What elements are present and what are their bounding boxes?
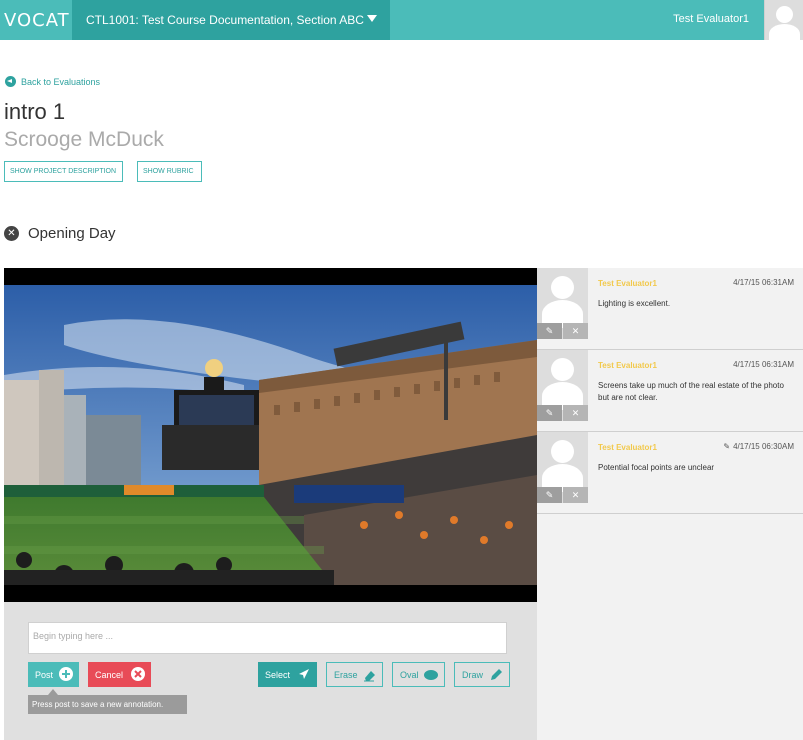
delete-icon[interactable]: ✕ (563, 323, 588, 339)
oval-tool-button[interactable]: Oval (392, 662, 445, 687)
back-to-evaluations-link[interactable]: Back to Evaluations (5, 76, 100, 87)
oval-label: Oval (400, 669, 419, 680)
back-label: Back to Evaluations (21, 76, 101, 87)
annotation-text: Potential focal points are unclear (598, 463, 715, 472)
annotation-item[interactable]: ✎ ✕ Test Evaluator1 4/17/15 06:31AM Scre… (537, 350, 803, 432)
annotation-item[interactable]: ✎ ✕ Test Evaluator1 ✎ 4/17/15 06:30AM Pot… (537, 432, 803, 514)
course-selector[interactable]: CTL1001: Test Course Documentation, Sect… (72, 0, 390, 40)
media-header: ✕ Opening Day (4, 225, 116, 242)
edit-icon[interactable]: ✎ (537, 405, 562, 421)
media-image (4, 285, 537, 585)
annotation-input[interactable]: Begin typing here ... (28, 622, 507, 654)
draw-tool-button[interactable]: Draw (454, 662, 510, 687)
show-rubric-button[interactable]: SHOW RUBRIC (137, 161, 202, 182)
annotation-time: 4/17/15 06:30AM (733, 442, 794, 451)
annotations-list: ✎ ✕ Test Evaluator1 4/17/15 06:31AM Ligh… (537, 268, 803, 740)
annotation-tools: ✎ ✕ (537, 487, 588, 503)
edit-icon[interactable]: ✎ (537, 323, 562, 339)
media-title: Opening Day (28, 225, 116, 242)
annotation-author: Test Evaluator1 (598, 361, 657, 370)
show-project-description-button[interactable]: SHOW PROJECT DESCRIPTION (4, 161, 123, 182)
cancel-x-icon (131, 667, 145, 681)
annotation-time: 4/17/15 06:31AM (733, 360, 794, 369)
pencil-icon (491, 669, 502, 680)
delete-icon[interactable]: ✕ (563, 405, 588, 421)
media-viewer[interactable] (4, 268, 537, 602)
erase-label: Erase (334, 669, 358, 680)
oval-icon (424, 670, 438, 680)
course-name: CTL1001: Test Course Documentation, Sect… (86, 13, 364, 27)
edit-icon[interactable]: ✎ (537, 487, 562, 503)
select-label: Select (265, 669, 291, 680)
caret-down-icon (367, 15, 377, 22)
annotation-item[interactable]: ✎ ✕ Test Evaluator1 4/17/15 06:31AM Ligh… (537, 268, 803, 350)
annotation-editor: Begin typing here ... Post Cancel Select… (4, 602, 537, 740)
draw-label: Draw (462, 669, 484, 680)
edited-pencil-icon: ✎ (723, 442, 731, 451)
post-tooltip: Press post to save a new annotation. (28, 695, 187, 714)
erase-tool-button[interactable]: Erase (326, 662, 383, 687)
annotation-author: Test Evaluator1 (598, 279, 657, 288)
close-icon[interactable]: ✕ (4, 226, 19, 241)
user-name[interactable]: Test Evaluator1 (673, 13, 749, 25)
cancel-label: Cancel (95, 669, 124, 680)
eraser-icon (364, 671, 375, 682)
vocat-logo[interactable]: VOCAT (4, 10, 70, 31)
post-label: Post (35, 669, 54, 680)
page-title: intro 1 (4, 99, 66, 124)
annotation-text: Screens take up much of the real estate … (598, 381, 784, 402)
annotation-tools: ✎ ✕ (537, 323, 588, 339)
back-arrow-icon (5, 76, 16, 87)
annotation-time-wrap: ✎ 4/17/15 06:30AM (723, 442, 794, 451)
annotation-tools: ✎ ✕ (537, 405, 588, 421)
user-avatar-icon[interactable] (764, 0, 803, 40)
annotation-author: Test Evaluator1 (598, 443, 657, 452)
cancel-button[interactable]: Cancel (88, 662, 151, 687)
annotation-time: 4/17/15 06:31AM (733, 278, 794, 287)
annotation-text: Lighting is excellent. (598, 299, 671, 308)
plus-icon (59, 667, 73, 681)
select-tool-button[interactable]: Select (258, 662, 317, 687)
student-name: Scrooge McDuck (4, 128, 164, 151)
top-bar: VOCAT CTL1001: Test Course Documentation… (0, 0, 803, 40)
delete-icon[interactable]: ✕ (563, 487, 588, 503)
post-button[interactable]: Post (28, 662, 79, 687)
cursor-icon (299, 669, 309, 679)
